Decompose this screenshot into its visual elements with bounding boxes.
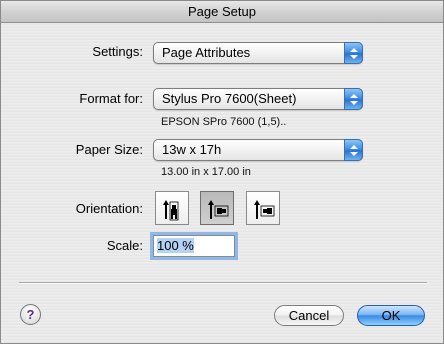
scale-input[interactable]: 100 %	[153, 235, 235, 257]
orientation-label: Orientation:	[75, 201, 143, 216]
format-label: Format for:	[79, 91, 143, 106]
scale-label: Scale:	[106, 238, 143, 253]
format-popup[interactable]: Stylus Pro 7600(Sheet)	[153, 88, 363, 110]
orientation-portrait-button[interactable]	[155, 191, 189, 225]
divider	[19, 282, 427, 284]
landscape-right-icon	[254, 200, 275, 219]
settings-label: Settings:	[92, 44, 143, 59]
paper-size-value: 13w x 17h	[162, 142, 222, 157]
help-button[interactable]: ?	[20, 304, 41, 325]
portrait-icon	[163, 200, 179, 221]
settings-popup[interactable]: Page Attributes	[153, 42, 363, 64]
format-value: Stylus Pro 7600(Sheet)	[162, 91, 297, 106]
paper-size-label: Paper Size:	[75, 142, 143, 157]
popup-arrows-icon	[344, 139, 363, 161]
printer-description: EPSON SPro 7600 (1,5)..	[161, 116, 287, 128]
orientation-landscape-left-button[interactable]	[200, 191, 234, 225]
window-title: Page Setup	[1, 1, 443, 23]
settings-value: Page Attributes	[162, 45, 251, 60]
paper-size-popup[interactable]: 13w x 17h	[153, 139, 363, 161]
landscape-left-icon	[208, 200, 229, 219]
popup-arrows-icon	[344, 88, 363, 110]
ok-button[interactable]: OK	[357, 305, 425, 326]
orientation-landscape-right-button[interactable]	[246, 191, 280, 225]
popup-arrows-icon	[344, 42, 363, 64]
cancel-button[interactable]: Cancel	[274, 305, 344, 326]
paper-dimensions: 13.00 in x 17.00 in	[161, 166, 251, 178]
scale-value: 100 %	[157, 238, 194, 253]
page-setup-dialog: Page Setup Settings: Page Attributes For…	[0, 0, 444, 344]
